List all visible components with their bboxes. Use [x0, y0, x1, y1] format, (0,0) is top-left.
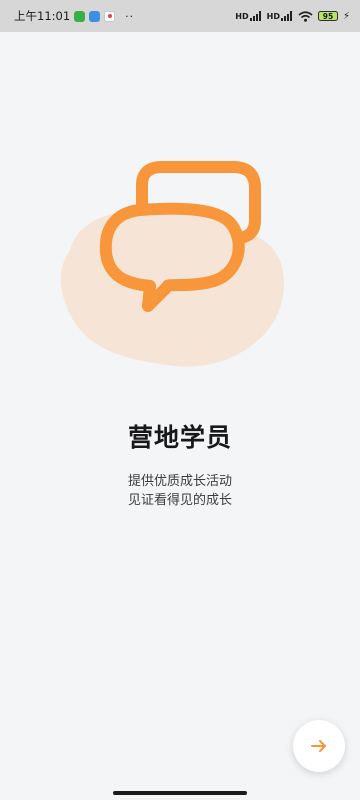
green-app-icon — [74, 10, 86, 22]
status-right: HD HD 95 ⚡ — [235, 11, 350, 22]
wifi-icon — [298, 10, 313, 22]
battery-icon: 95 — [317, 11, 338, 21]
arrow-right-icon — [311, 740, 326, 752]
status-bar: 上午11:01 ·· HD HD 95 ⚡ — [0, 0, 360, 32]
signal-hd-label: HD — [235, 12, 249, 21]
map-icon — [104, 10, 116, 22]
signal-icon-2: HD — [267, 11, 293, 21]
subtitle-line-1: 提供优质成长活动 — [127, 474, 232, 489]
page-subtitle: 提供优质成长活动 见证看得见的成长 — [0, 472, 360, 510]
weather-icon — [89, 10, 101, 22]
more-notifications-indicator: ·· — [125, 9, 135, 23]
home-indicator[interactable] — [113, 791, 247, 795]
status-time: 上午11:01 — [14, 9, 71, 23]
signal-hd-label-2: HD — [266, 12, 280, 21]
chat-bubbles-icon — [60, 161, 285, 367]
page-title: 营地学员 — [127, 423, 232, 452]
onboarding-screen: 上午11:01 ·· HD HD 95 ⚡ 营地学员 提供优质成长活动 见证看得… — [0, 0, 360, 800]
next-button[interactable] — [293, 720, 345, 772]
charging-icon: ⚡ — [342, 10, 350, 22]
status-left: 上午11:01 ·· — [14, 8, 134, 24]
signal-icon: HD — [235, 11, 261, 21]
subtitle-line-2: 见证看得见的成长 — [127, 493, 232, 508]
